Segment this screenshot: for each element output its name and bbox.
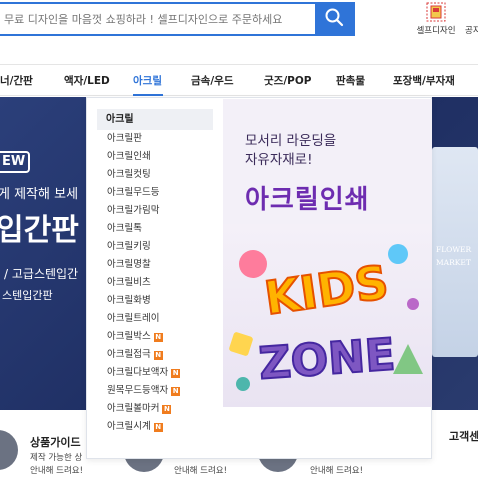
flower-text-line: FLOWER	[436, 245, 472, 254]
submenu-item-label: 아크릴볼마커	[107, 403, 160, 414]
nav-active-indicator	[133, 94, 163, 96]
self-design-link[interactable]: 셀프디자인	[414, 2, 458, 38]
quick-link-sub-2: 안내해 드려요!	[174, 466, 228, 476]
submenu-item[interactable]: 아크릴박스 N	[97, 328, 213, 346]
hero-subtitle-2: 스텐입간판	[2, 289, 53, 302]
nav-item-signboard[interactable]: 너/간판	[0, 73, 33, 88]
submenu-item-label: 아크릴접극	[107, 349, 151, 360]
submenu-item-label: 아크릴톡	[107, 223, 142, 234]
quick-link-sub-3: 안내해 드려요!	[310, 466, 364, 476]
guide-sub-1: 제작 가능한 상	[30, 453, 83, 463]
new-tag-icon: N	[171, 368, 181, 378]
submenu-item-label: 아크릴화병	[107, 295, 151, 306]
submenu-item[interactable]: 아크릴다보액자 N	[97, 364, 213, 382]
new-badge: EW	[0, 151, 30, 173]
guide-icon	[0, 430, 18, 470]
submenu-item[interactable]: 아크릴접극 N	[97, 346, 213, 364]
submenu-item-label: 아크릴박스	[107, 331, 151, 342]
submenu-item[interactable]: 아크릴트레이	[97, 310, 213, 328]
submenu-item-label: 아크릴컷팅	[107, 169, 151, 180]
hero-product-label: FLOWER MARKET	[436, 243, 471, 269]
submenu-item[interactable]: 아크릴컷팅	[97, 166, 213, 184]
submenu-item-label: 아크릴키링	[107, 241, 151, 252]
submenu-item-label: 아크릴가림막	[107, 205, 160, 216]
main-nav: 너/간판 액자/LED 아크릴 금속/우드 굿즈/POP 판촉물 포장백/부자재	[0, 64, 478, 96]
submenu-item[interactable]: 아크릴볼마커 N	[97, 400, 213, 418]
submenu-item-label: 아크릴무드등	[107, 187, 160, 198]
new-tag-icon: N	[153, 332, 163, 342]
hero-subtitle-1: / 고급스텐입간	[4, 267, 79, 281]
nav-item-goods-pop[interactable]: 굿즈/POP	[264, 73, 311, 88]
search-icon	[324, 7, 344, 31]
submenu-item[interactable]: 아크릴시계 N	[97, 418, 213, 436]
customer-center-title[interactable]: 고객센	[449, 428, 478, 444]
acrylic-dropdown-menu: 아크릴 아크릴판 아크릴인쇄 아크릴컷팅 아크릴무드등 아크릴가림막 아크릴톡 아크릴키링 아…	[86, 97, 432, 459]
submenu-item-label: 아크릴비츠	[107, 277, 151, 288]
submenu-item[interactable]: 원목무드등액자 N	[97, 382, 213, 400]
notice-link[interactable]: 공지	[465, 24, 478, 36]
nav-item-promo[interactable]: 판촉물	[336, 73, 365, 88]
hero-title: 입간판	[0, 213, 79, 248]
submenu-item[interactable]: 아크릴가림막	[97, 202, 213, 220]
nav-item-acrylic[interactable]: 아크릴	[133, 73, 162, 88]
search-button[interactable]	[315, 4, 353, 34]
kids-art-text-zone: ZONE	[257, 329, 396, 389]
new-tag-icon: N	[153, 422, 163, 432]
search-box	[0, 2, 355, 36]
acrylic-submenu-list: 아크릴 아크릴판아크릴인쇄아크릴컷팅아크릴무드등아크릴가림막아크릴톡아크릴키링아…	[97, 109, 213, 436]
nav-item-metal-wood[interactable]: 금속/우드	[191, 73, 233, 88]
self-design-icon	[426, 2, 446, 26]
nav-item-frame-led[interactable]: 액자/LED	[64, 73, 110, 88]
promo-line-2: 자유자재로!	[245, 152, 313, 168]
promo-banner[interactable]: 모서리 라운딩을 자유자재로! 아크릴인쇄 KIDS ZONE	[223, 99, 432, 407]
new-tag-icon: N	[153, 350, 163, 360]
nav-item-packaging[interactable]: 포장백/부자재	[393, 73, 455, 88]
submenu-item[interactable]: 아크릴화병	[97, 292, 213, 310]
hero-tagline: 게 제작해 보세	[0, 187, 79, 202]
submenu-item[interactable]: 아크릴명찰	[97, 256, 213, 274]
guide-sub-2: 안내해 드려요!	[30, 466, 84, 476]
submenu-item-label: 아크릴트레이	[107, 313, 160, 324]
market-text-line: MARKET	[436, 258, 471, 267]
submenu-item-label: 원목무드등액자	[107, 385, 169, 396]
promo-line-1: 모서리 라운딩을	[245, 133, 337, 149]
submenu-item-label: 아크릴인쇄	[107, 151, 151, 162]
submenu-item-label: 아크릴판	[107, 133, 142, 144]
promo-title: 아크릴인쇄	[245, 185, 370, 215]
submenu-item[interactable]: 아크릴인쇄	[97, 148, 213, 166]
submenu-item[interactable]: 아크릴톡	[97, 220, 213, 238]
self-design-label: 셀프디자인	[416, 26, 456, 36]
submenu-item-label: 아크릴시계	[107, 421, 151, 432]
guide-title[interactable]: 상품가이드	[30, 434, 81, 450]
submenu-item[interactable]: 아크릴키링	[97, 238, 213, 256]
submenu-item[interactable]: 아크릴판	[97, 130, 213, 148]
new-tag-icon: N	[171, 386, 181, 396]
new-tag-icon: N	[162, 404, 172, 414]
submenu-item[interactable]: 아크릴무드등	[97, 184, 213, 202]
submenu-item-label: 아크릴다보액자	[107, 367, 169, 378]
search-input[interactable]	[4, 4, 314, 34]
submenu-item[interactable]: 아크릴비츠	[97, 274, 213, 292]
kids-zone-illustration: KIDS ZONE	[223, 224, 432, 407]
submenu-item-label: 아크릴명찰	[107, 259, 151, 270]
submenu-heading[interactable]: 아크릴	[97, 109, 213, 130]
